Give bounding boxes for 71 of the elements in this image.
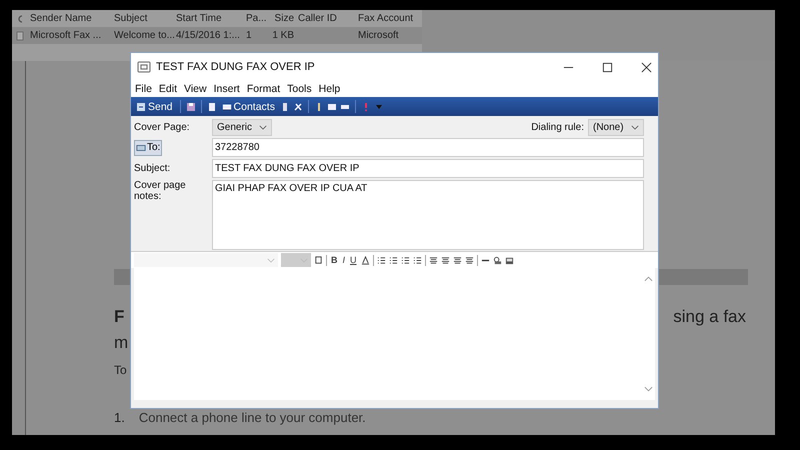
picture-icon[interactable] [504, 256, 514, 264]
close-icon[interactable] [641, 62, 652, 72]
menu-item[interactable]: Edit [158, 83, 178, 95]
table-cell-text: Microsoft Fax ... [30, 29, 102, 43]
field-label: Dialing rule: [531, 122, 584, 133]
column-header[interactable]: Caller ID [298, 10, 358, 27]
column-header[interactable]: Pa... [246, 10, 268, 27]
card-icon [136, 142, 146, 152]
menu-item[interactable]: File [135, 83, 152, 95]
table-cell-text: 1 [246, 29, 253, 43]
scroll-down-icon[interactable] [644, 386, 652, 392]
list-icon[interactable] [412, 256, 422, 264]
align-icon[interactable] [452, 256, 462, 264]
menu-item[interactable]: Help [318, 83, 340, 95]
dialing-rule-dropdown[interactable]: (None) [588, 119, 644, 136]
maximize-icon[interactable] [602, 62, 613, 72]
table-cell-text: Microsoft [358, 29, 400, 43]
to-field[interactable]: 37228780 [212, 138, 644, 157]
list-icon[interactable] [388, 256, 398, 264]
save-icon[interactable] [186, 102, 196, 112]
picture-icon[interactable] [326, 102, 337, 112]
body-text: To [114, 363, 127, 377]
list-icon[interactable] [400, 256, 410, 264]
format-button[interactable]: U [349, 255, 358, 265]
message-row[interactable]: Microsoft Fax ... Welcome to...4/15/2016 1:... 1 1 KB Microsoft [12, 27, 422, 44]
body-text: sing a fax [673, 307, 746, 327]
align-icon[interactable] [464, 256, 474, 264]
cover-page-dropdown[interactable]: Generic [212, 119, 272, 136]
format-button[interactable]: I [342, 255, 346, 265]
step-number: 1. [114, 410, 125, 425]
column-header[interactable]: Size [268, 10, 294, 27]
text-color-icon[interactable] [360, 256, 370, 264]
format-button[interactable]: B [330, 255, 338, 265]
heading-text: F [114, 307, 124, 327]
scroll-up-icon[interactable] [644, 276, 652, 282]
tools-icon[interactable] [292, 102, 303, 112]
menu-item[interactable]: Tools [287, 83, 312, 95]
field-label: Cover page notes: [134, 180, 187, 202]
contacts-button[interactable]: Contacts [220, 100, 277, 112]
window-title: TEST FAX DUNG FAX OVER IP [156, 61, 316, 73]
table-cell-text: 1 KB [271, 29, 294, 43]
column-header[interactable]: Fax Account [358, 10, 422, 27]
menu-item[interactable]: View [184, 83, 207, 95]
body-text: m [114, 333, 128, 353]
field-label: Cover Page: [134, 122, 191, 133]
list-icon[interactable] [376, 256, 386, 264]
notes-field[interactable]: GIAI PHAP FAX OVER IP CUA AT [212, 180, 644, 250]
send-button[interactable]: Send [134, 100, 175, 112]
send-icon [136, 102, 146, 112]
step-text: Connect a phone line to your computer. [138, 410, 366, 425]
chevron-down-icon [259, 125, 267, 130]
field-label: Subject: [134, 163, 172, 174]
style-icon[interactable] [314, 256, 323, 264]
page-icon[interactable] [206, 102, 217, 112]
column-header[interactable]: Start Time [176, 10, 246, 27]
menu-item[interactable]: Insert [214, 83, 240, 95]
table-cell-text: Welcome to... [114, 29, 176, 43]
chevron-down-icon [631, 125, 639, 130]
to-button[interactable]: To: [134, 140, 162, 156]
fax-icon [137, 60, 151, 74]
subject-field[interactable]: TEST FAX DUNG FAX OVER IP [212, 159, 644, 178]
menu-item[interactable]: Format [246, 83, 280, 95]
document-icon [16, 30, 24, 40]
link-icon[interactable] [492, 256, 502, 264]
align-icon[interactable] [440, 256, 450, 264]
table-cell-text: 4/15/2016 1:... [176, 29, 241, 43]
card-icon [222, 102, 232, 112]
column-header[interactable]: Subject [114, 10, 176, 27]
column-header[interactable]: Sender Name [30, 10, 114, 27]
align-icon[interactable] [428, 256, 438, 264]
chevron-down-icon [267, 258, 275, 262]
